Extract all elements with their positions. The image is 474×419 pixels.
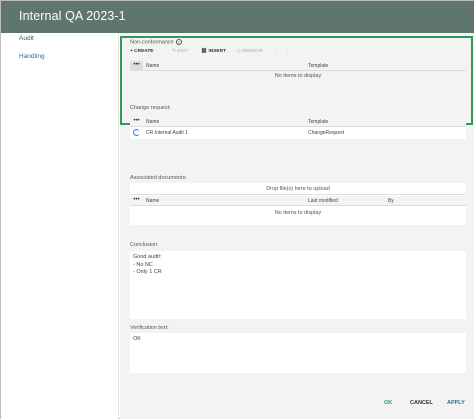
verification-value: OK xyxy=(133,336,141,342)
file-dropzone[interactable]: Drop file(s) here to upload xyxy=(130,183,466,195)
main-content: Non-conformance? + CREATE ✎ EDIT ⛓ INSER… xyxy=(120,33,474,419)
insert-button[interactable]: ⛓ INSERT xyxy=(201,49,226,54)
info-icon[interactable]: ? xyxy=(175,39,182,45)
nonconformance-label: Non-conformance? xyxy=(130,39,182,45)
column-header-name[interactable]: Name xyxy=(146,198,159,204)
associated-documents-label: Associated documents: xyxy=(130,175,187,181)
window-title: Internal QA 2023-1 xyxy=(19,9,126,23)
verification-textarea[interactable]: OK xyxy=(130,333,466,373)
verification-label: Verification text: xyxy=(130,325,169,331)
change-request-label: Change request: xyxy=(130,105,171,111)
column-header-last-modified[interactable]: Last modified xyxy=(308,198,338,204)
move-up-button[interactable]: ↑ xyxy=(274,49,276,54)
title-bar: Internal QA 2023-1 xyxy=(1,1,474,33)
associated-documents-table: Drop file(s) here to upload ••• Name Las… xyxy=(130,183,466,225)
sidebar: Audit Handling xyxy=(1,33,119,419)
nonconformance-table: ••• Name Template No items to display xyxy=(130,61,466,83)
sidebar-item-handling[interactable]: Handling xyxy=(19,53,45,60)
cancel-button[interactable]: CANCEL xyxy=(410,400,433,406)
insert-button-label: INSERT xyxy=(208,49,227,54)
table-row[interactable]: CR Internal Audit 1 ChangeRequest xyxy=(130,128,466,138)
column-header-by[interactable]: By xyxy=(388,198,394,204)
empty-message: No items to display xyxy=(274,73,322,79)
create-button[interactable]: + CREATE xyxy=(130,49,154,54)
conclusion-line: - No NC xyxy=(133,261,153,268)
change-request-table: ••• Name Template CR Internal Audit 1 Ch… xyxy=(130,117,466,139)
edit-button[interactable]: ✎ EDIT xyxy=(172,49,188,54)
table-header: ••• Name Last modified By xyxy=(130,196,466,206)
column-menu-button[interactable]: ••• xyxy=(130,61,143,71)
dialog-window: Internal QA 2023-1 Audit Handling Non-co… xyxy=(0,0,474,419)
row-name: CR Internal Audit 1 xyxy=(146,130,188,136)
column-menu-button[interactable]: ••• xyxy=(130,117,143,127)
table-header: ••• Name Template xyxy=(130,61,466,71)
create-button-label: CREATE xyxy=(134,49,154,54)
column-header-name[interactable]: Name xyxy=(146,119,159,125)
empty-message: No items to display xyxy=(274,210,322,216)
loading-spinner-icon xyxy=(133,129,140,136)
conclusion-textarea[interactable]: Good audit: - No NC - Only 1 CR xyxy=(130,251,466,319)
column-header-name[interactable]: Name xyxy=(146,63,159,69)
row-template: ChangeRequest xyxy=(308,130,345,136)
sidebar-item-audit[interactable]: Audit xyxy=(19,35,34,42)
column-menu-button[interactable]: ••• xyxy=(130,196,143,206)
ok-button[interactable]: OK xyxy=(384,400,392,406)
conclusion-line: - Only 1 CR xyxy=(133,269,162,275)
apply-button[interactable]: APPLY xyxy=(447,400,465,406)
column-header-template[interactable]: Template xyxy=(308,119,328,125)
conclusion-line: Good audit: xyxy=(133,254,162,260)
table-header: ••• Name Template xyxy=(130,117,466,127)
nonconformance-label-text: Non-conformance xyxy=(130,39,174,46)
column-header-template[interactable]: Template xyxy=(308,63,328,69)
move-down-button[interactable]: ↓ xyxy=(286,49,288,54)
remove-button[interactable]: ◇ REMOVE xyxy=(237,49,263,54)
remove-button-label: REMOVE xyxy=(242,49,263,54)
edit-button-label: EDIT xyxy=(177,49,189,54)
conclusion-label: Conclusion: xyxy=(130,242,159,248)
